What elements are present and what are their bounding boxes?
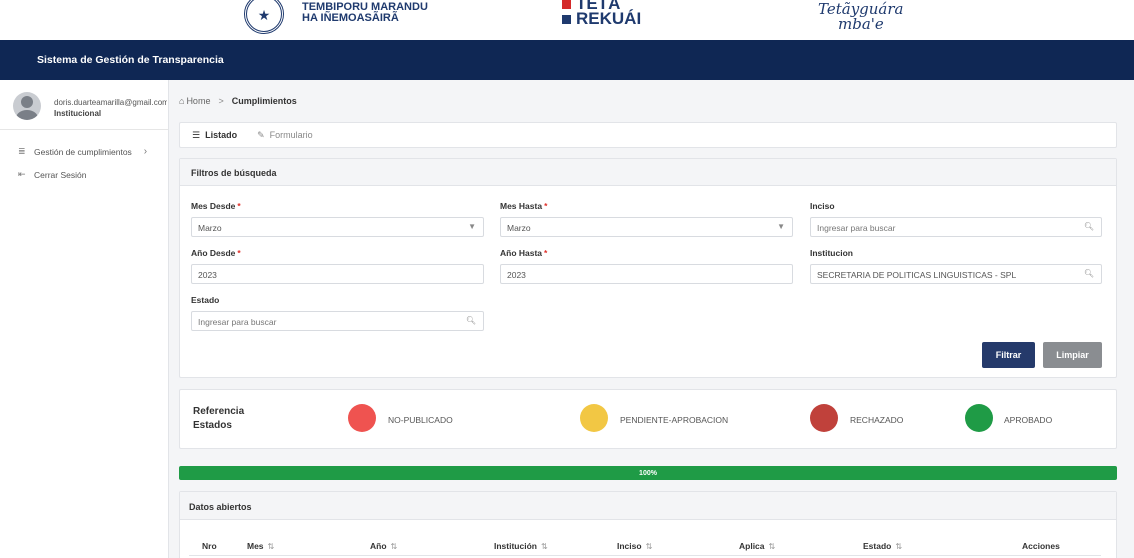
legend-label-no-publicado: NO-PUBLICADO [388,415,453,425]
sidebar-divider [0,129,168,130]
sort-icon: ⇅ [540,542,548,551]
list-icon: ☰ [192,129,201,140]
column-header-acciones: Acciones [1022,541,1060,551]
sidebar-item-cerrar-sesion[interactable]: ⇤ Cerrar Sesión [18,169,86,180]
anio-desde-input[interactable]: 2023 [191,264,484,284]
search-icon: 🔍︎ [1083,222,1094,231]
mes-desde-select[interactable]: Marzo ▼ [191,217,484,237]
avatar [13,92,41,120]
column-header-anio[interactable]: Año ⇅ [370,541,397,551]
mes-desde-label: Mes Desde * [191,201,241,211]
list-icon: ≣ [18,146,26,156]
sort-icon: ⇅ [267,542,275,551]
sidebar-item-gestion-cumplimientos[interactable]: ≣ Gestión de cumplimientos › [18,146,147,157]
inciso-label: Inciso [810,201,835,211]
table-header-divider [189,555,1101,556]
tetaguara-logo: Tetãyguára mba'e [818,0,904,33]
teta-rekuai-logo: TETÃ REKUÁI [562,0,641,27]
status-legend: Referencia Estados NO-PUBLICADO PENDIENT… [179,389,1117,449]
status-dot-rechazado [810,404,838,432]
breadcrumb-current: Cumplimientos [231,96,297,106]
ministry-logo-text: TEMBIPORU MARANDU HA IÑEMOASÃIRÃ [302,1,428,24]
anio-hasta-input[interactable]: 2023 [500,264,793,284]
sort-icon: ⇅ [895,542,903,551]
column-header-estado[interactable]: Estado ⇅ [863,541,902,551]
mes-hasta-label: Mes Hasta * [500,201,548,211]
user-role: Institucional [54,109,102,118]
home-icon: ⌂ [179,96,185,106]
search-icon: 🔍︎ [1083,269,1094,278]
status-dot-aprobado [965,404,993,432]
institucion-label: Institucion [810,248,853,258]
app-title: Sistema de Gestión de Transparencia [37,54,224,66]
view-tabs: ☰ Listado ✎ Formulario [179,122,1117,148]
blue-square-icon [562,15,571,25]
chevron-down-icon: ▼ [777,222,785,231]
datos-abiertos-title: Datos abiertos [180,492,1116,520]
column-header-inciso[interactable]: Inciso ⇅ [617,541,652,551]
legend-label-rechazado: RECHAZADO [850,415,904,425]
inciso-search-input[interactable]: Ingresar para buscar 🔍︎ [810,217,1102,237]
app-header: Sistema de Gestión de Transparencia [0,40,1134,80]
chevron-right-icon: › [143,146,148,157]
sidebar: doris.duarteamarilla@gmail.com Instituci… [0,80,169,558]
edit-icon: ✎ [257,129,265,140]
tab-formulario[interactable]: ✎ Formulario [257,130,313,141]
breadcrumb: ⌂ Home > Cumplimientos [179,96,297,106]
anio-hasta-label: Año Hasta * [500,248,548,258]
column-header-institucion[interactable]: Institución ⇅ [494,541,548,551]
legend-label-aprobado: APROBADO [1004,415,1053,425]
estado-label: Estado [191,295,220,305]
institucion-search-input[interactable]: SECRETARIA DE POLITICAS LINGUISTICAS - S… [810,264,1102,284]
progress-bar: 100% [179,466,1117,480]
brand-bar: TEMBIPORU MARANDU HA IÑEMOASÃIRÃ TETÃ RE… [0,0,1134,40]
legend-label-pendiente-aprobacion: PENDIENTE-APROBACION [620,415,729,425]
column-header-mes[interactable]: Mes ⇅ [247,541,274,551]
sort-icon: ⇅ [390,542,398,551]
legend-title: Referencia Estados [193,406,245,431]
estado-search-input[interactable]: Ingresar para buscar 🔍︎ [191,311,484,331]
datos-abiertos-panel: Datos abiertos Nro Mes ⇅ Año ⇅ Institución… [179,491,1117,558]
filters-title: Filtros de búsqueda [180,159,1116,186]
chevron-down-icon: ▼ [468,222,476,231]
search-icon: 🔍︎ [465,316,476,325]
red-square-icon [562,0,571,10]
sort-icon: ⇅ [768,542,776,551]
tab-listado[interactable]: ☰ Listado [192,130,237,141]
column-header-nro: Nro [202,541,217,551]
anio-desde-label: Año Desde * [191,248,241,258]
progress-fill: 100% [179,466,1117,480]
mes-hasta-select[interactable]: Marzo ▼ [500,217,793,237]
breadcrumb-home-link[interactable]: Home [186,96,210,106]
column-header-aplica[interactable]: Aplica ⇅ [739,541,775,551]
national-seal-logo [244,0,284,34]
clear-button[interactable]: Limpiar [1043,342,1102,368]
status-dot-pendiente-aprobacion [580,404,608,432]
status-dot-no-publicado [348,404,376,432]
sort-icon: ⇅ [645,542,653,551]
user-email: doris.duarteamarilla@gmail.com [54,98,167,107]
breadcrumb-separator: > [218,96,224,106]
filters-panel: Filtros de búsqueda Mes Desde * Marzo ▼ M… [179,158,1117,378]
logout-icon: ⇤ [18,169,26,179]
filter-button[interactable]: Filtrar [982,342,1035,368]
